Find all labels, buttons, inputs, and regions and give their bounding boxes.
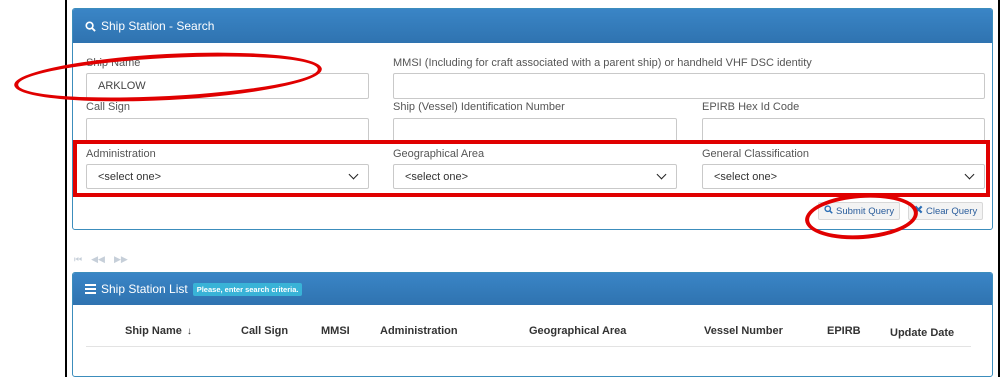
pager: ⏮ ◀◀ ▶▶ [74,254,128,265]
list-panel-title: Ship Station List [101,282,188,296]
frame-border-left [65,0,67,377]
list-icon [85,284,96,294]
status-badge: Please, enter search criteria. [192,282,303,296]
vessel-id-label: Ship (Vessel) Identification Number [393,101,565,113]
next-page-icon[interactable]: ▶▶ [114,254,128,265]
clear-query-button[interactable]: Clear Query [908,202,984,220]
mmsi-label: MMSI (Including for craft associated wit… [393,57,812,69]
sort-icon: ↓ [186,326,192,337]
search-panel-header: Ship Station - Search [73,9,992,43]
table-header-divider [86,346,971,347]
column-call-sign[interactable]: Call Sign [241,325,288,337]
call-sign-label: Call Sign [86,101,131,113]
column-ship-name[interactable]: Ship Name ↓ [125,325,192,337]
annotation-rect-filters [73,140,990,197]
search-icon [85,20,96,32]
column-epirb[interactable]: EPIRB [827,325,861,337]
column-administration[interactable]: Administration [380,325,458,337]
previous-page-icon[interactable]: ◀◀ [91,254,105,265]
search-panel-title: Ship Station - Search [101,19,215,33]
page: Ship Station - Search Ship Name ARKLOW M… [0,0,1000,377]
column-update-date[interactable]: Update Date [890,327,954,339]
first-page-icon[interactable]: ⏮ [74,254,82,265]
epirb-label: EPIRB Hex Id Code [702,101,800,113]
list-panel-header: Ship Station List Please, enter search c… [73,273,992,305]
column-mmsi[interactable]: MMSI [321,325,350,337]
mmsi-input[interactable] [393,73,985,99]
column-geographical-area[interactable]: Geographical Area [529,325,626,337]
clear-query-label: Clear Query [926,205,978,217]
column-vessel-number[interactable]: Vessel Number [704,325,783,337]
